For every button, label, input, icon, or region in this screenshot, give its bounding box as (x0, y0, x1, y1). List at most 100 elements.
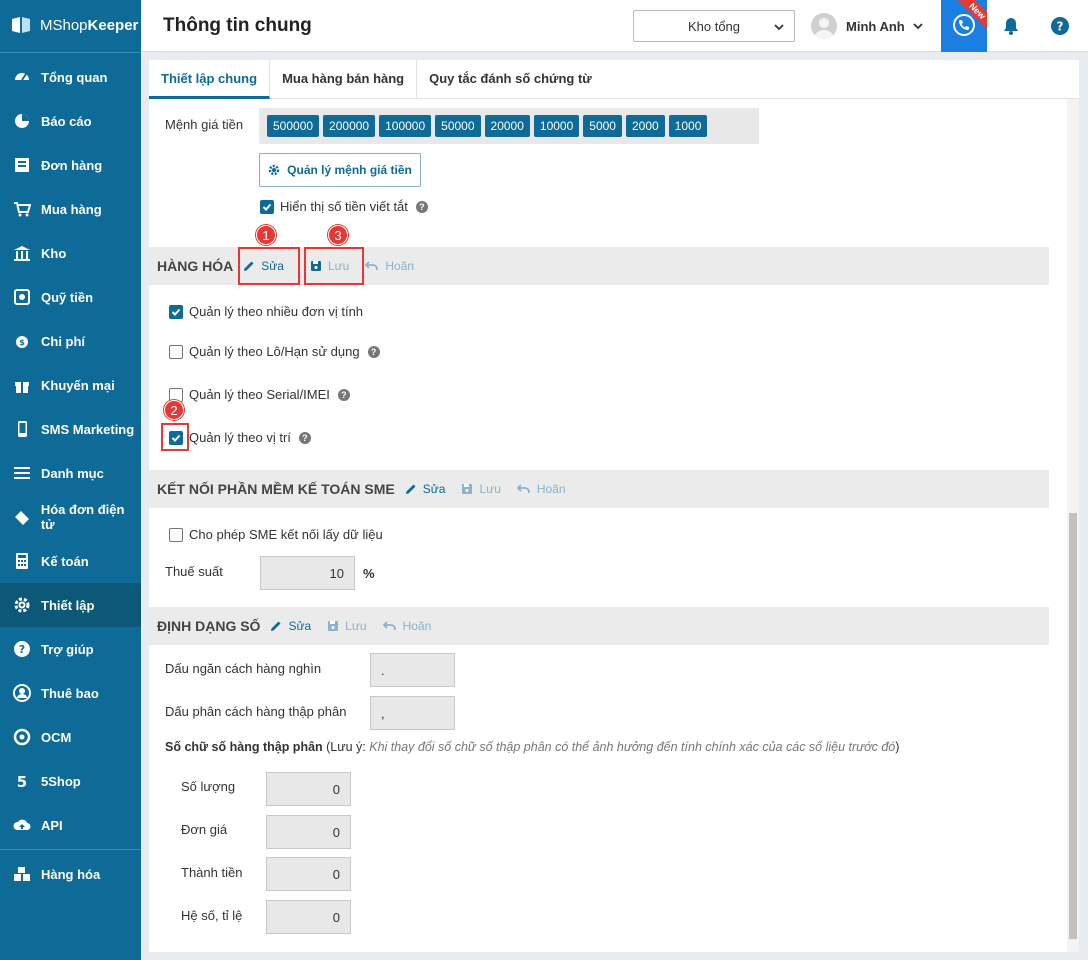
tab-quy-tac-danh-so[interactable]: Quy tắc đánh số chứng từ (417, 60, 604, 99)
price-decimals-input[interactable]: 0 (266, 815, 351, 849)
cancel-label: Hoãn (402, 619, 432, 633)
avatar (811, 13, 837, 39)
decimal-field-label: Hệ số, tỉ lệ (181, 908, 243, 923)
section-title: HÀNG HÓA (157, 258, 234, 274)
denomination-tag[interactable]: 20000 (484, 115, 530, 137)
phone-icon (12, 419, 32, 439)
save-button[interactable]: Lưu (327, 619, 367, 633)
tax-rate-input[interactable]: 10 (260, 556, 355, 590)
expense-icon: $ (12, 331, 32, 351)
sidebar-item-tro-giup[interactable]: ? Trợ giúp (0, 627, 141, 671)
svg-text:5: 5 (17, 773, 27, 790)
scrollbar[interactable] (1067, 99, 1079, 952)
denomination-tag[interactable]: 2000 (625, 115, 665, 137)
sme-allow-checkbox[interactable] (169, 527, 183, 542)
sidebar-item-kho[interactable]: Kho (0, 231, 141, 275)
logo-icon (10, 15, 32, 35)
sidebar-item-hoa-don-dien-tu[interactable]: Hóa đơn điện tử (0, 495, 141, 539)
edit-button[interactable]: Sửa (270, 619, 311, 633)
scrollbar-thumb[interactable] (1069, 513, 1077, 939)
notification-bell-icon[interactable] (999, 14, 1023, 38)
amount-decimals-input[interactable]: 0 (266, 857, 351, 891)
sidebar-item-tong-quan[interactable]: Tổng quan (0, 55, 141, 99)
abbrev-checkbox[interactable] (260, 199, 274, 214)
sidebar-item-hang-hoa[interactable]: Hàng hóa (0, 852, 141, 896)
tab-thiet-lap-chung[interactable]: Thiết lập chung (149, 60, 271, 99)
svg-text:?: ? (19, 643, 25, 656)
hotline-button[interactable]: New (941, 0, 987, 52)
sidebar-item-api[interactable]: API (0, 803, 141, 847)
denomination-tag[interactable]: 10000 (533, 115, 580, 137)
sidebar-item-don-hang[interactable]: Đơn hàng (0, 143, 141, 187)
help-icon: ? (12, 639, 32, 659)
cancel-button[interactable]: Hoãn (365, 259, 414, 273)
lot-checkbox[interactable] (169, 344, 183, 359)
edit-button[interactable]: Sửa (405, 482, 445, 496)
sidebar-item-5shop[interactable]: 5 5Shop (0, 759, 141, 803)
tab-bar: Thiết lập chung Mua hàng bán hàng Quy tắ… (149, 60, 1079, 99)
undo-icon (365, 261, 379, 270)
save-label: Lưu (345, 619, 367, 633)
denomination-tag[interactable]: 200000 (323, 115, 376, 137)
sidebar-item-label: Mua hàng (41, 201, 102, 217)
denomination-tag[interactable]: 100000 (379, 115, 432, 137)
list-icon (12, 463, 32, 483)
help-tooltip-icon[interactable]: ? (415, 200, 428, 213)
highlight-box-save (304, 247, 364, 285)
sidebar-item-label: Quỹ tiền (41, 289, 94, 305)
app-logo[interactable]: MShop Keeper (0, 0, 141, 50)
section-sme-header: KẾT NỐI PHẦN MỀM KẾ TOÁN SME Sửa Lưu Hoã… (149, 470, 1049, 508)
sidebar-item-ke-toan[interactable]: Kế toán (0, 539, 141, 583)
sidebar-item-thue-bao[interactable]: Thuê bao (0, 671, 141, 715)
sidebar-item-khuyen-mai[interactable]: Khuyến mại (0, 363, 141, 407)
denomination-tag[interactable]: 1000 (668, 115, 708, 137)
abbrev-option: Hiển thị số tiền viết tắt ? (260, 199, 428, 214)
save-button[interactable]: Lưu (461, 482, 501, 496)
user-name: Minh Anh (846, 18, 905, 34)
sidebar-item-danh-muc[interactable]: Danh mục (0, 451, 141, 495)
help-tooltip-icon[interactable]: ? (337, 388, 350, 401)
cancel-button[interactable]: Hoãn (516, 482, 566, 496)
help-circle-icon[interactable]: ? (1048, 14, 1072, 38)
undo-icon (516, 484, 530, 493)
sidebar-item-sms-marketing[interactable]: SMS Marketing (0, 407, 141, 451)
section-number-format-header: ĐỊNH DẠNG SỐ Sửa Lưu Hoãn (149, 607, 1049, 645)
chevron-down-icon (913, 19, 923, 34)
pie-chart-icon (12, 111, 32, 131)
sidebar-item-mua-hang[interactable]: Mua hàng (0, 187, 141, 231)
cancel-button[interactable]: Hoãn (382, 619, 432, 633)
sidebar-item-ocm[interactable]: OCM (0, 715, 141, 759)
gear-icon (268, 164, 280, 176)
sidebar-item-thiet-lap[interactable]: Thiết lập (0, 583, 141, 627)
ratio-decimals-input[interactable]: 0 (266, 900, 351, 934)
denomination-tag[interactable]: 500000 (267, 115, 320, 137)
svg-text:?: ? (1057, 20, 1064, 34)
denomination-tag[interactable]: 5000 (583, 115, 622, 137)
decimal-separator-input[interactable]: , (370, 696, 455, 730)
option-label: Quản lý theo nhiều đơn vị tính (189, 304, 364, 319)
tab-mua-hang-ban-hang[interactable]: Mua hàng bán hàng (270, 60, 418, 99)
thousand-separator-input[interactable]: . (370, 653, 455, 687)
manage-denominations-button[interactable]: Quản lý mệnh giá tiền (259, 153, 421, 187)
help-tooltip-icon[interactable]: ? (367, 345, 380, 358)
store-select[interactable]: Kho tổng (633, 10, 795, 42)
sidebar-item-label: 5Shop (41, 773, 81, 789)
sidebar-item-label: OCM (41, 729, 72, 745)
tax-rate-value: 10 (329, 565, 344, 581)
cloud-upload-icon (12, 815, 32, 835)
sidebar-item-quy-tien[interactable]: Quỹ tiền (0, 275, 141, 319)
cancel-label: Hoãn (385, 259, 415, 273)
sidebar-item-bao-cao[interactable]: Báo cáo (0, 99, 141, 143)
decimal-field-label: Số lượng (181, 779, 236, 794)
sidebar-item-chi-phi[interactable]: $ Chi phí (0, 319, 141, 363)
tax-label: Thuế suất (165, 564, 223, 579)
quantity-decimals-input[interactable]: 0 (266, 772, 351, 806)
goods-option-lot: Quản lý theo Lô/Hạn sử dụng ? (169, 344, 380, 359)
denomination-tag[interactable]: 50000 (435, 115, 481, 137)
nav-divider (0, 52, 141, 53)
chevron-down-icon (774, 20, 784, 35)
step-marker-1: 1 (256, 225, 276, 245)
help-tooltip-icon[interactable]: ? (298, 431, 311, 444)
multi-unit-checkbox[interactable] (169, 304, 183, 319)
user-menu[interactable]: Minh Anh (811, 12, 923, 40)
